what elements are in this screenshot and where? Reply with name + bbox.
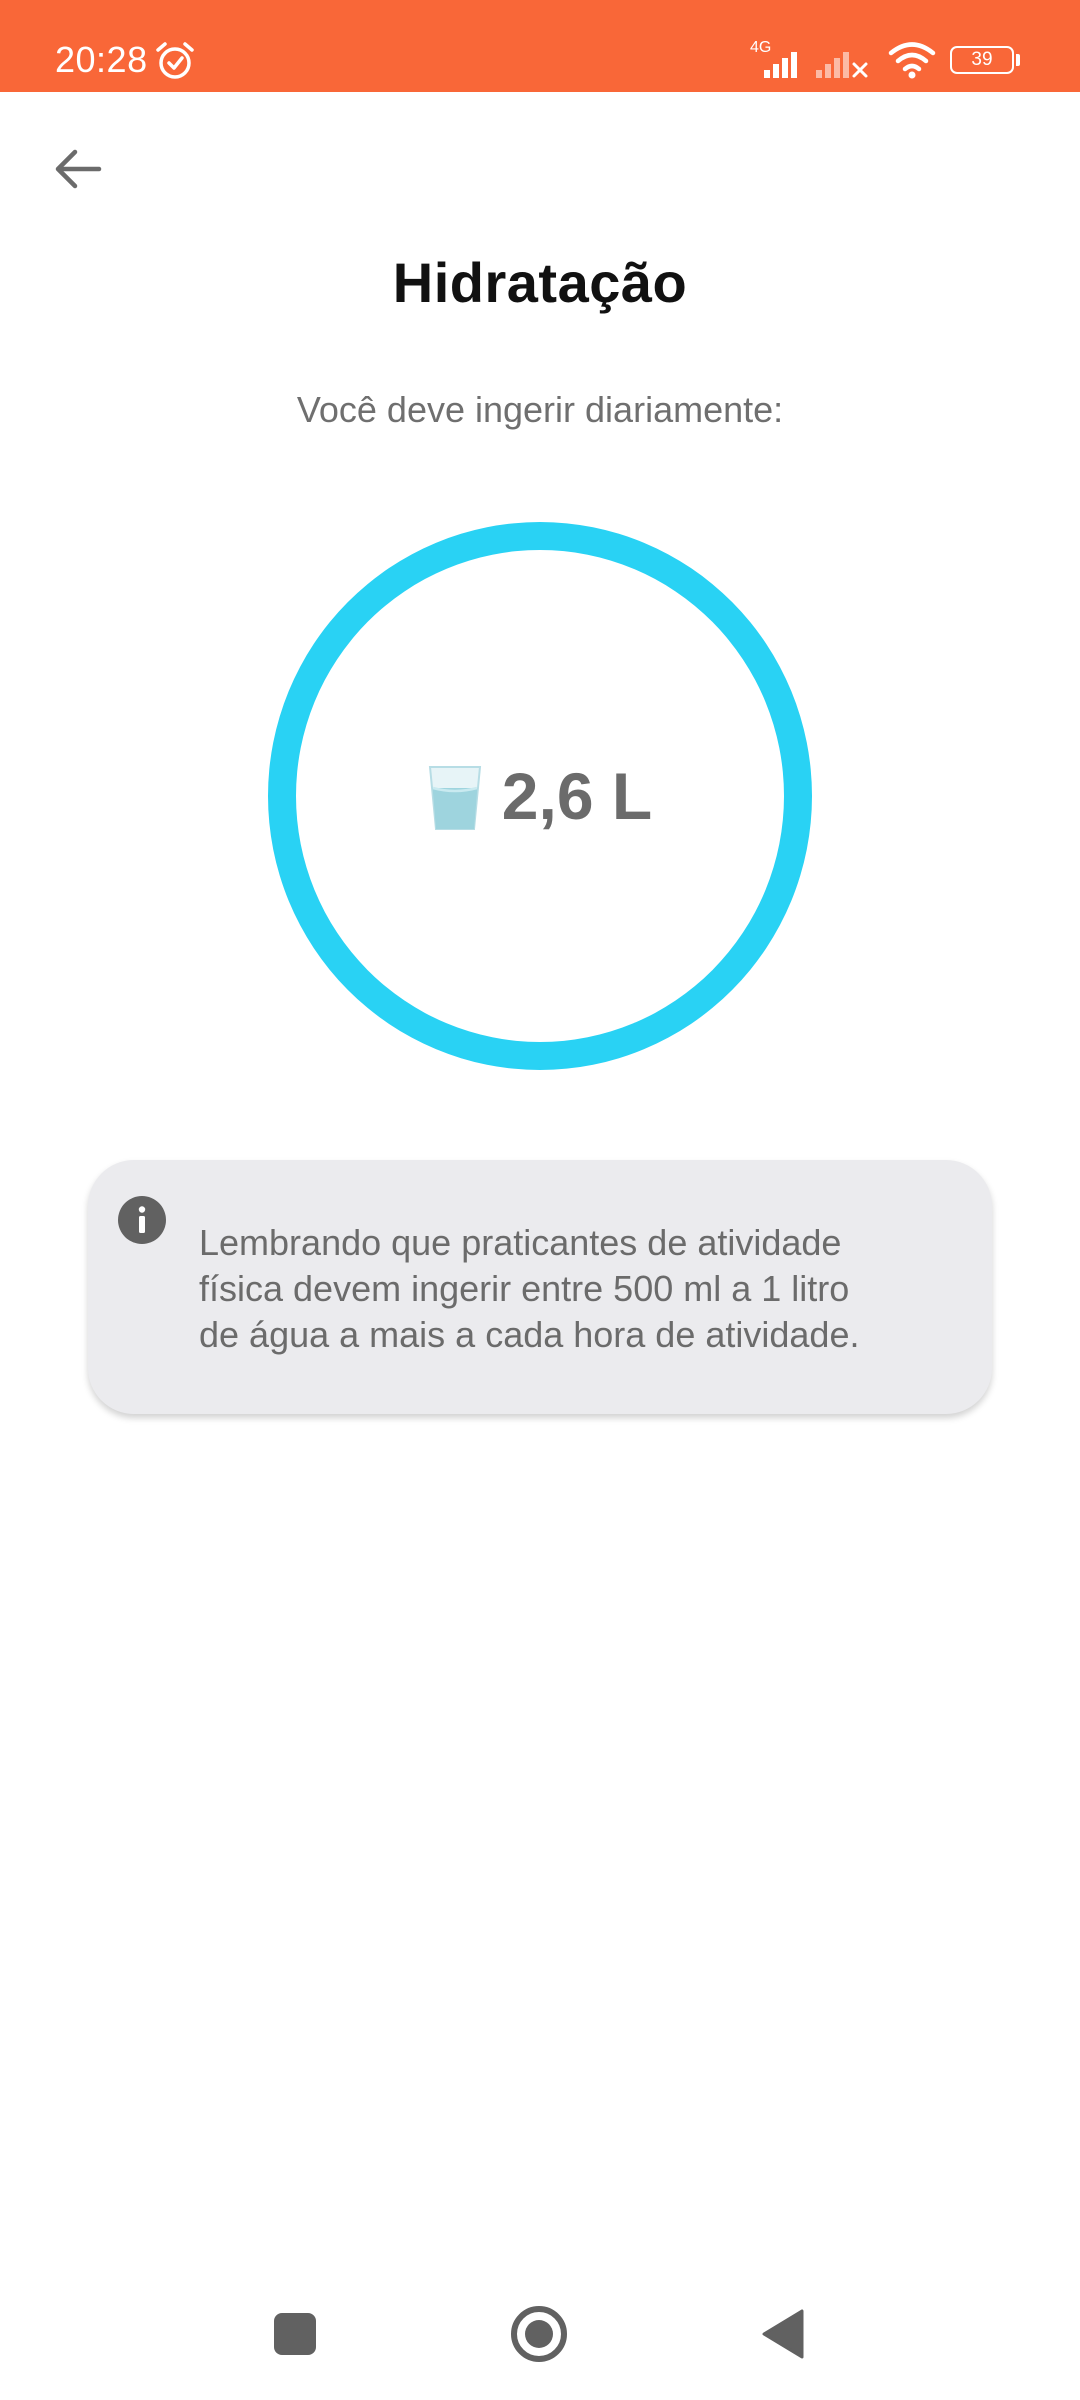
info-icon <box>118 1196 166 1244</box>
back-triangle-icon[interactable] <box>760 2308 806 2360</box>
network-type-label: 4G <box>750 39 771 56</box>
daily-intake-subtitle: Você deve ingerir diariamente: <box>296 389 784 430</box>
info-card-text: Lembrando que praticantes de atividade f… <box>199 1222 860 1355</box>
signal-icon: 4G <box>750 39 868 78</box>
hydration-screen: 20:28 4G 39 Hidratação Você deve ingerir… <box>0 0 1080 2400</box>
wifi-icon <box>888 42 936 79</box>
water-glass-icon <box>428 766 481 830</box>
alarm-icon <box>156 42 194 79</box>
daily-water-amount: 2,6 L <box>501 759 653 833</box>
recents-square-icon[interactable] <box>274 2313 316 2355</box>
arrow-left-icon <box>55 149 102 189</box>
status-bar: 20:28 4G 39 <box>0 0 1080 92</box>
back-button[interactable] <box>40 136 116 202</box>
battery-icon: 39 <box>950 46 1014 74</box>
battery-tip <box>1016 54 1020 66</box>
info-card: Lembrando que praticantes de atividade f… <box>88 1160 992 1414</box>
battery-level: 39 <box>971 49 993 70</box>
home-circle-dot <box>525 2320 553 2348</box>
hydration-ring-content: 2,6 L <box>268 522 812 1070</box>
status-time: 20:28 <box>55 39 148 80</box>
page-title: Hidratação <box>392 251 688 314</box>
